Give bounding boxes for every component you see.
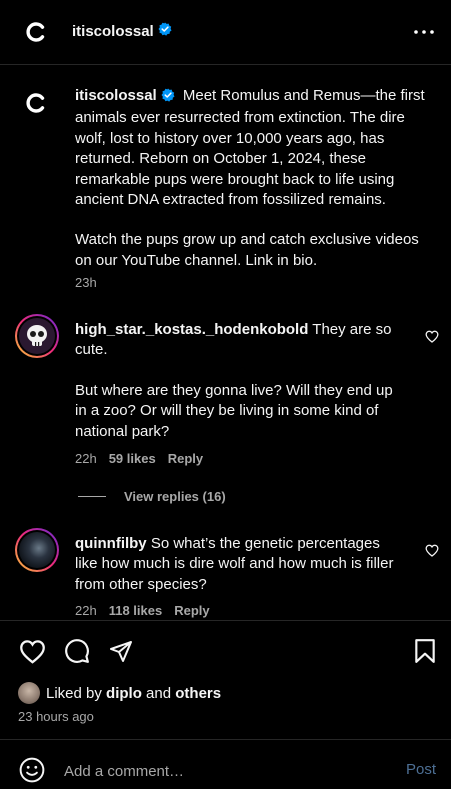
comment-time[interactable]: 22h (75, 603, 97, 618)
comment-username[interactable]: high_star._kostas._hodenkobold (75, 321, 308, 338)
emoji-icon[interactable] (18, 756, 46, 784)
post-header: itiscolossal (0, 0, 451, 65)
avatar[interactable] (15, 314, 59, 358)
comment-like-heart-icon[interactable] (424, 542, 440, 558)
liked-by-joiner: and (146, 685, 172, 702)
send-icon[interactable] (106, 637, 136, 665)
caption-text-paragraph-1: Meet Romulus and Remus—the first animals… (75, 87, 425, 209)
comment-icon[interactable] (62, 637, 92, 665)
divider (0, 620, 451, 621)
view-replies-divider (78, 496, 106, 497)
comment-time[interactable]: 22h (75, 451, 97, 466)
comment-input[interactable] (62, 760, 386, 782)
caption-timestamp[interactable]: 23h (75, 275, 97, 290)
comment-meta: 22h 59 likes Reply (75, 451, 215, 466)
liked-by-prefix: Liked by (46, 685, 102, 702)
skull-avatar-icon (19, 318, 55, 354)
comment-meta: 22h 118 likes Reply (75, 603, 222, 618)
comment-body: quinnfilby So what’s the genetic percent… (75, 534, 405, 595)
post-caption: itiscolossal Meet Romulus and Remus—the … (75, 86, 425, 271)
colossal-logo-icon[interactable] (25, 21, 47, 43)
header-username[interactable]: itiscolossal (72, 23, 154, 40)
header-username-row[interactable]: itiscolossal (72, 22, 172, 40)
view-replies-button[interactable]: View replies (16) (124, 489, 226, 504)
heart-icon[interactable] (17, 637, 47, 665)
liked-by-others[interactable]: others (175, 685, 221, 702)
comment-likes[interactable]: 59 likes (109, 451, 156, 466)
comment-like-heart-icon[interactable] (424, 328, 440, 344)
bookmark-icon[interactable] (410, 637, 440, 665)
comment-body: high_star._kostas._hodenkobold They are … (75, 320, 405, 442)
author-avatar-logo-icon[interactable] (25, 92, 47, 114)
verified-badge-icon (161, 88, 175, 108)
liked-by-text: Liked by diplo and others (46, 685, 221, 702)
caption-author[interactable]: itiscolossal (75, 87, 157, 104)
divider (0, 739, 451, 740)
avatar-photo (19, 532, 55, 568)
post-button[interactable]: Post (406, 761, 436, 778)
comment-likes[interactable]: 118 likes (109, 603, 163, 618)
avatar[interactable] (15, 528, 59, 572)
reply-button[interactable]: Reply (174, 603, 209, 618)
liked-by-user[interactable]: diplo (106, 685, 142, 702)
caption-text-paragraph-2: Watch the pups grow up and catch exclusi… (75, 231, 419, 269)
comment-text-paragraph-2: But where are they gonna live? Will they… (75, 381, 393, 440)
liker-avatar[interactable] (18, 682, 40, 704)
comment-username[interactable]: quinnfilby (75, 535, 147, 552)
verified-badge-icon (158, 22, 172, 40)
reply-button[interactable]: Reply (168, 451, 203, 466)
post-timestamp[interactable]: 23 hours ago (18, 709, 94, 724)
more-horizontal-icon[interactable] (412, 22, 436, 42)
